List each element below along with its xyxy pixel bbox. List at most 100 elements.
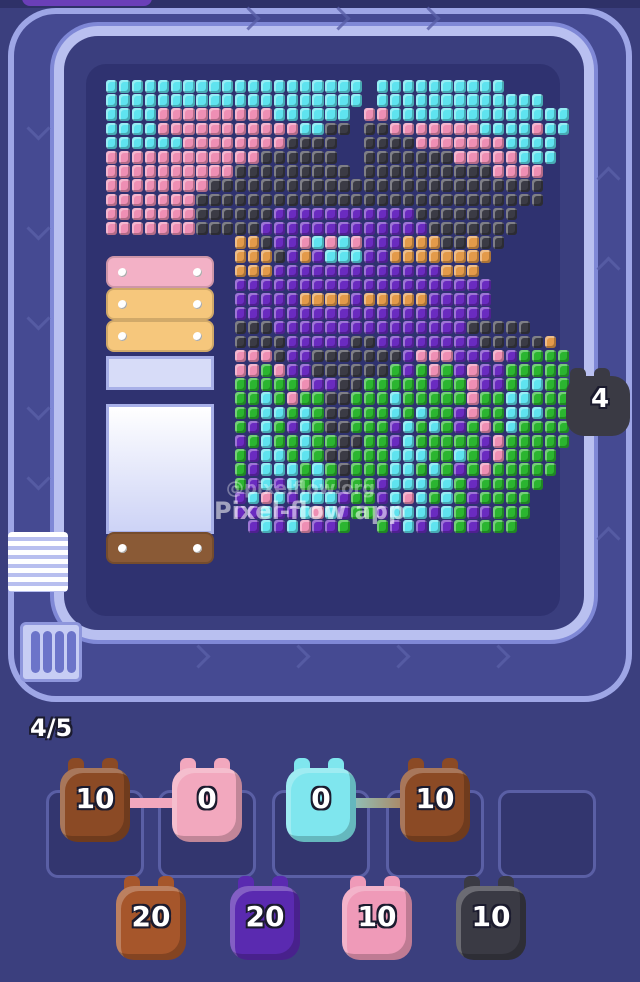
pixel-block (428, 94, 440, 107)
pixel-block (286, 80, 298, 93)
pixel-block (493, 378, 505, 391)
pixel-block (273, 392, 286, 405)
pixel-block (351, 293, 363, 306)
pixel-block (338, 378, 350, 391)
pixel-block (325, 335, 337, 349)
pixel-block (505, 364, 518, 377)
pixel-block (493, 193, 505, 207)
pixel-block (428, 477, 440, 491)
pixel-block (480, 222, 492, 235)
queue-slot-empty[interactable] (498, 790, 596, 878)
pixel-block (351, 264, 363, 278)
pixel-block (247, 435, 260, 448)
pixel-block (376, 193, 389, 207)
pixel-block (260, 349, 273, 363)
queue-pig[interactable]: 10 (398, 758, 472, 846)
pixel-block (441, 193, 453, 207)
pixel-block (338, 321, 350, 334)
pixel-block (364, 321, 376, 334)
plank-yellow (106, 288, 214, 320)
pixel-block (544, 463, 556, 476)
pixel-block (441, 349, 453, 363)
pixel-block (286, 222, 298, 235)
pixel-block (364, 364, 376, 377)
pixel-block (402, 236, 415, 249)
pixel-block (402, 378, 415, 391)
pixel-block (106, 94, 118, 107)
pixel-block (415, 378, 427, 391)
pixel-block (338, 364, 350, 377)
pixel-block (325, 207, 337, 221)
pixel-block (247, 151, 260, 164)
pixel-block (325, 151, 337, 164)
pixel-block (286, 463, 298, 476)
pixel-block (428, 406, 440, 420)
pixel-block (389, 477, 402, 491)
pixel-block (376, 293, 389, 306)
pixel-block (106, 165, 118, 178)
reserve-pig[interactable]: 10 (340, 876, 414, 964)
track-pig[interactable]: 4 (566, 368, 634, 438)
pixel-block (402, 179, 415, 192)
pixel-block (415, 278, 427, 292)
pixel-block (286, 165, 298, 178)
pixel-block (273, 463, 286, 476)
pixel-block (441, 207, 453, 221)
pixel-block (286, 406, 298, 420)
pixel-block (131, 179, 144, 192)
pixel-block (222, 151, 234, 164)
pixel-block (247, 321, 260, 334)
pixel-block (364, 236, 376, 249)
pixel-block (338, 236, 350, 249)
pixel-block (518, 193, 531, 207)
pixel-block (493, 392, 505, 405)
pixel-block (402, 222, 415, 235)
pixel-block (286, 108, 298, 121)
pixel-block (364, 293, 376, 306)
pixel-block (247, 80, 260, 93)
pixel-block (299, 392, 311, 405)
pixel-block (376, 179, 389, 192)
pixel-block (415, 321, 427, 334)
pixel-block (273, 179, 286, 192)
pixel-block (467, 435, 479, 448)
reserve-pig[interactable]: 10 (454, 876, 528, 964)
queue-pig[interactable]: 0 (170, 758, 244, 846)
plank-pink (106, 256, 214, 288)
pixel-block (273, 321, 286, 334)
pixel-block (467, 179, 479, 192)
pixel-block (389, 179, 402, 192)
queue-pig[interactable]: 0 (284, 758, 358, 846)
pixel-block (131, 80, 144, 93)
pixel-block (144, 94, 157, 107)
pixel-block (196, 222, 208, 235)
pixel-block (505, 179, 518, 192)
pixel-block (299, 435, 311, 448)
pixel-block (299, 449, 311, 462)
pixel-block (299, 293, 311, 306)
pixel-block (415, 151, 427, 164)
pixel-block (480, 179, 492, 192)
pixel-block (235, 321, 247, 334)
pixel-block (531, 378, 544, 391)
pixel-block (428, 449, 440, 462)
pixel-block (338, 108, 350, 121)
pixel-block (118, 207, 131, 221)
pixel-block (286, 335, 298, 349)
pixel-block (351, 420, 363, 434)
reserve-pig[interactable]: 20 (114, 876, 188, 964)
pixel-block (389, 435, 402, 448)
reserve-pig[interactable]: 20 (228, 876, 302, 964)
pixel-block (454, 165, 466, 178)
pixel-block (467, 207, 479, 221)
pixel-block (364, 108, 376, 121)
pixel-block (247, 406, 260, 420)
pixel-block (247, 207, 260, 221)
pixel-block (338, 250, 350, 263)
pixel-block (389, 293, 402, 306)
pixel-block (338, 392, 350, 405)
queue-pig[interactable]: 10 (58, 758, 132, 846)
pixel-block (467, 349, 479, 363)
pixel-block (235, 136, 247, 150)
pixel-block (544, 378, 556, 391)
